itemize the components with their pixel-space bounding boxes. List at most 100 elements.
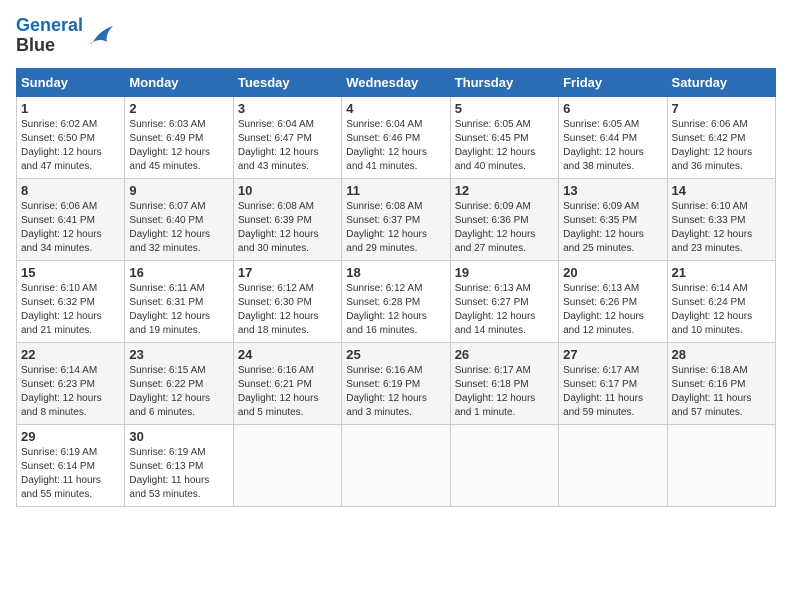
- cell-week2-day1: 8 Sunrise: 6:06 AM Sunset: 6:41 PM Daylig…: [17, 178, 125, 260]
- cell-week5-day4: [342, 424, 450, 506]
- logo-bird-icon: [85, 22, 115, 50]
- week-row-4: 22 Sunrise: 6:14 AM Sunset: 6:23 PM Dayli…: [17, 342, 776, 424]
- cell-week5-day5: [450, 424, 558, 506]
- cell-week2-day6: 13 Sunrise: 6:09 AM Sunset: 6:35 PM Dayli…: [559, 178, 667, 260]
- day-info: Sunrise: 6:09 AM Sunset: 6:36 PM Dayligh…: [455, 200, 554, 256]
- cell-week4-day2: 23 Sunrise: 6:15 AM Sunset: 6:22 PM Dayli…: [125, 342, 233, 424]
- week-row-2: 8 Sunrise: 6:06 AM Sunset: 6:41 PM Daylig…: [17, 178, 776, 260]
- day-number: 25: [346, 347, 445, 362]
- cell-week5-day6: [559, 424, 667, 506]
- day-number: 21: [672, 265, 771, 280]
- day-info: Sunrise: 6:19 AM Sunset: 6:14 PM Dayligh…: [21, 446, 120, 502]
- day-info: Sunrise: 6:11 AM Sunset: 6:31 PM Dayligh…: [129, 282, 228, 338]
- day-info: Sunrise: 6:10 AM Sunset: 6:32 PM Dayligh…: [21, 282, 120, 338]
- day-number: 2: [129, 101, 228, 116]
- day-info: Sunrise: 6:19 AM Sunset: 6:13 PM Dayligh…: [129, 446, 228, 502]
- header-wednesday: Wednesday: [342, 68, 450, 96]
- day-info: Sunrise: 6:17 AM Sunset: 6:17 PM Dayligh…: [563, 364, 662, 420]
- day-info: Sunrise: 6:16 AM Sunset: 6:21 PM Dayligh…: [238, 364, 337, 420]
- day-number: 24: [238, 347, 337, 362]
- day-number: 14: [672, 183, 771, 198]
- day-info: Sunrise: 6:08 AM Sunset: 6:39 PM Dayligh…: [238, 200, 337, 256]
- cell-week4-day3: 24 Sunrise: 6:16 AM Sunset: 6:21 PM Dayli…: [233, 342, 341, 424]
- cell-week4-day7: 28 Sunrise: 6:18 AM Sunset: 6:16 PM Dayli…: [667, 342, 775, 424]
- cell-week3-day2: 16 Sunrise: 6:11 AM Sunset: 6:31 PM Dayli…: [125, 260, 233, 342]
- cell-week1-day4: 4Sunrise: 6:04 AM Sunset: 6:46 PM Daylig…: [342, 96, 450, 178]
- cell-week1-day5: 5 Sunrise: 6:05 AM Sunset: 6:45 PM Daylig…: [450, 96, 558, 178]
- day-info: Sunrise: 6:12 AM Sunset: 6:30 PM Dayligh…: [238, 282, 337, 338]
- week-row-3: 15 Sunrise: 6:10 AM Sunset: 6:32 PM Dayli…: [17, 260, 776, 342]
- cell-week2-day2: 9Sunrise: 6:07 AM Sunset: 6:40 PM Daylig…: [125, 178, 233, 260]
- day-info: Sunrise: 6:04 AM Sunset: 6:46 PM Dayligh…: [346, 118, 445, 174]
- day-info: Sunrise: 6:14 AM Sunset: 6:23 PM Dayligh…: [21, 364, 120, 420]
- day-info: Sunrise: 6:08 AM Sunset: 6:37 PM Dayligh…: [346, 200, 445, 256]
- day-number: 1: [21, 101, 120, 116]
- cell-week2-day3: 10 Sunrise: 6:08 AM Sunset: 6:39 PM Dayli…: [233, 178, 341, 260]
- cell-week5-day2: 30 Sunrise: 6:19 AM Sunset: 6:13 PM Dayli…: [125, 424, 233, 506]
- day-info: Sunrise: 6:18 AM Sunset: 6:16 PM Dayligh…: [672, 364, 771, 420]
- day-number: 11: [346, 183, 445, 198]
- header-thursday: Thursday: [450, 68, 558, 96]
- day-info: Sunrise: 6:05 AM Sunset: 6:44 PM Dayligh…: [563, 118, 662, 174]
- day-info: Sunrise: 6:09 AM Sunset: 6:35 PM Dayligh…: [563, 200, 662, 256]
- cell-week1-day2: 2Sunrise: 6:03 AM Sunset: 6:49 PM Daylig…: [125, 96, 233, 178]
- day-info: Sunrise: 6:16 AM Sunset: 6:19 PM Dayligh…: [346, 364, 445, 420]
- cell-week3-day4: 18Sunrise: 6:12 AM Sunset: 6:28 PM Dayli…: [342, 260, 450, 342]
- cell-week2-day5: 12 Sunrise: 6:09 AM Sunset: 6:36 PM Dayli…: [450, 178, 558, 260]
- day-number: 23: [129, 347, 228, 362]
- day-number: 30: [129, 429, 228, 444]
- day-number: 13: [563, 183, 662, 198]
- day-number: 7: [672, 101, 771, 116]
- header-sunday: Sunday: [17, 68, 125, 96]
- day-info: Sunrise: 6:14 AM Sunset: 6:24 PM Dayligh…: [672, 282, 771, 338]
- day-number: 15: [21, 265, 120, 280]
- day-number: 8: [21, 183, 120, 198]
- day-number: 20: [563, 265, 662, 280]
- days-header-row: Sunday Monday Tuesday Wednesday Thursday…: [17, 68, 776, 96]
- day-info: Sunrise: 6:15 AM Sunset: 6:22 PM Dayligh…: [129, 364, 228, 420]
- cell-week4-day5: 26Sunrise: 6:17 AM Sunset: 6:18 PM Dayli…: [450, 342, 558, 424]
- cell-week5-day3: [233, 424, 341, 506]
- day-number: 16: [129, 265, 228, 280]
- week-row-1: 1 Sunrise: 6:02 AM Sunset: 6:50 PM Daylig…: [17, 96, 776, 178]
- header-friday: Friday: [559, 68, 667, 96]
- header-monday: Monday: [125, 68, 233, 96]
- cell-week3-day6: 20 Sunrise: 6:13 AM Sunset: 6:26 PM Dayli…: [559, 260, 667, 342]
- cell-week1-day3: 3Sunrise: 6:04 AM Sunset: 6:47 PM Daylig…: [233, 96, 341, 178]
- cell-week2-day4: 11 Sunrise: 6:08 AM Sunset: 6:37 PM Dayli…: [342, 178, 450, 260]
- header-tuesday: Tuesday: [233, 68, 341, 96]
- cell-week5-day7: [667, 424, 775, 506]
- day-number: 6: [563, 101, 662, 116]
- day-number: 22: [21, 347, 120, 362]
- day-number: 5: [455, 101, 554, 116]
- cell-week3-day7: 21 Sunrise: 6:14 AM Sunset: 6:24 PM Dayli…: [667, 260, 775, 342]
- day-number: 27: [563, 347, 662, 362]
- day-info: Sunrise: 6:05 AM Sunset: 6:45 PM Dayligh…: [455, 118, 554, 174]
- cell-week4-day1: 22 Sunrise: 6:14 AM Sunset: 6:23 PM Dayli…: [17, 342, 125, 424]
- day-number: 10: [238, 183, 337, 198]
- day-number: 26: [455, 347, 554, 362]
- day-number: 19: [455, 265, 554, 280]
- cell-week1-day6: 6 Sunrise: 6:05 AM Sunset: 6:44 PM Daylig…: [559, 96, 667, 178]
- day-info: Sunrise: 6:13 AM Sunset: 6:27 PM Dayligh…: [455, 282, 554, 338]
- day-number: 17: [238, 265, 337, 280]
- day-info: Sunrise: 6:13 AM Sunset: 6:26 PM Dayligh…: [563, 282, 662, 338]
- cell-week1-day7: 7 Sunrise: 6:06 AM Sunset: 6:42 PM Daylig…: [667, 96, 775, 178]
- cell-week3-day5: 19 Sunrise: 6:13 AM Sunset: 6:27 PM Dayli…: [450, 260, 558, 342]
- day-number: 28: [672, 347, 771, 362]
- day-number: 9: [129, 183, 228, 198]
- day-number: 12: [455, 183, 554, 198]
- day-info: Sunrise: 6:02 AM Sunset: 6:50 PM Dayligh…: [21, 118, 120, 174]
- day-info: Sunrise: 6:10 AM Sunset: 6:33 PM Dayligh…: [672, 200, 771, 256]
- day-info: Sunrise: 6:06 AM Sunset: 6:42 PM Dayligh…: [672, 118, 771, 174]
- day-number: 29: [21, 429, 120, 444]
- calendar-table: Sunday Monday Tuesday Wednesday Thursday…: [16, 68, 776, 507]
- logo: GeneralBlue: [16, 16, 115, 56]
- day-info: Sunrise: 6:06 AM Sunset: 6:41 PM Dayligh…: [21, 200, 120, 256]
- cell-week5-day1: 29 Sunrise: 6:19 AM Sunset: 6:14 PM Dayli…: [17, 424, 125, 506]
- week-row-5: 29 Sunrise: 6:19 AM Sunset: 6:14 PM Dayli…: [17, 424, 776, 506]
- cell-week4-day6: 27 Sunrise: 6:17 AM Sunset: 6:17 PM Dayli…: [559, 342, 667, 424]
- cell-week3-day1: 15 Sunrise: 6:10 AM Sunset: 6:32 PM Dayli…: [17, 260, 125, 342]
- day-number: 18: [346, 265, 445, 280]
- header-saturday: Saturday: [667, 68, 775, 96]
